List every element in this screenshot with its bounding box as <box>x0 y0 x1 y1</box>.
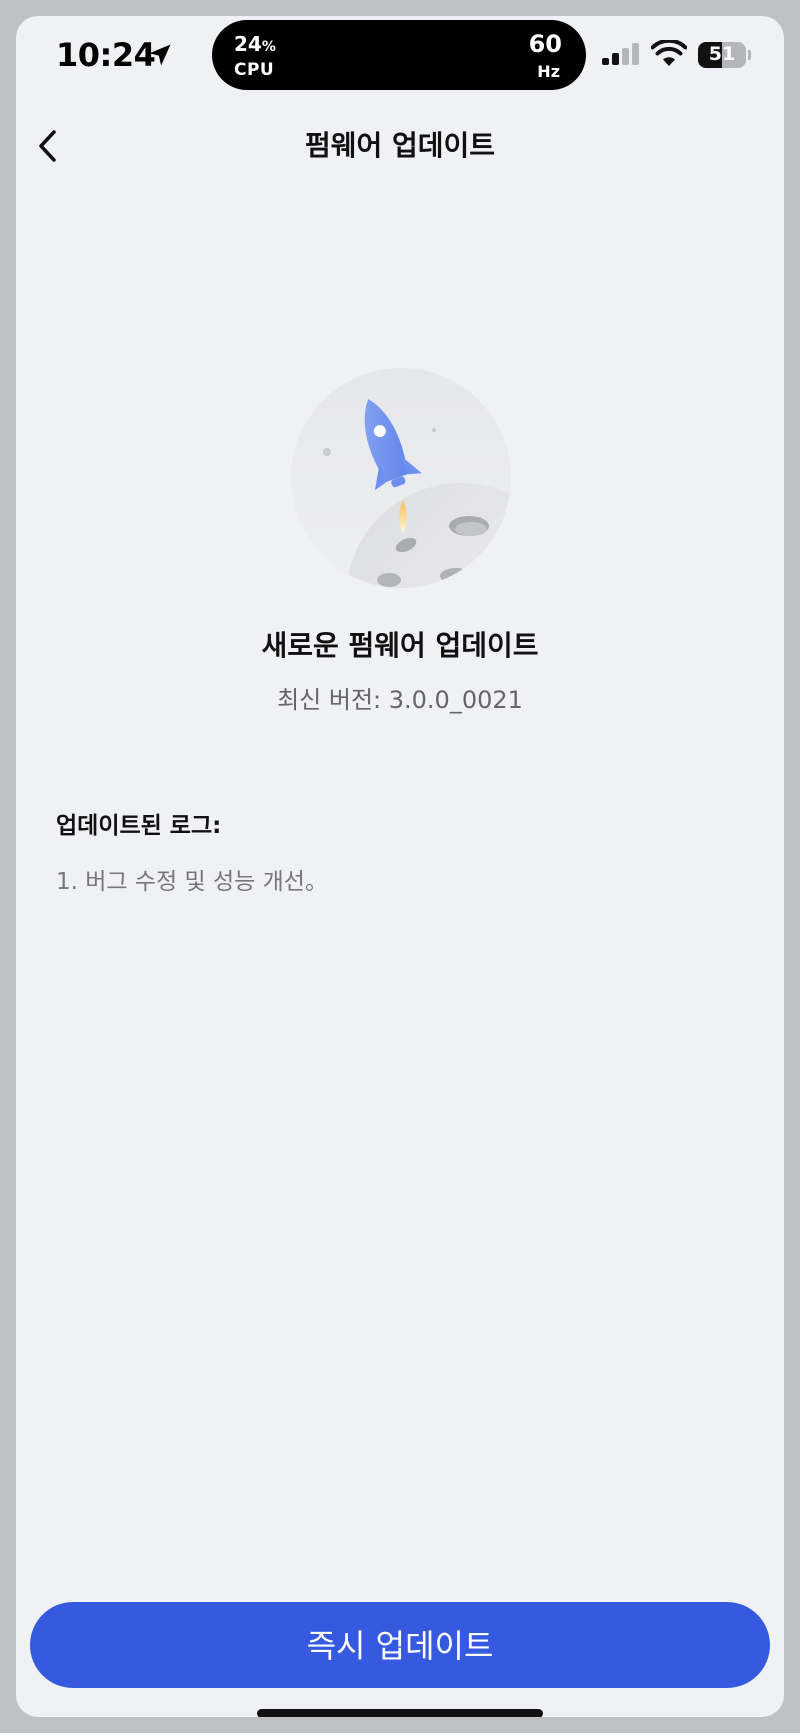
latest-version: 최신 버전: 3.0.0_0021 <box>277 686 523 714</box>
page-title: 펌웨어 업데이트 <box>304 129 496 162</box>
battery-icon: 51 <box>698 42 751 68</box>
home-indicator[interactable] <box>257 1709 543 1717</box>
update-heading: 새로운 펌웨어 업데이트 <box>261 629 539 662</box>
signal-icon <box>602 43 639 65</box>
cpu-label: CPU <box>234 60 275 80</box>
battery-level: 51 <box>708 43 736 65</box>
update-now-button[interactable]: 즉시 업데이트 <box>30 1602 770 1688</box>
status-time: 10:24 <box>56 36 156 74</box>
refresh-unit: Hz <box>537 62 560 81</box>
refresh-rate: 60 <box>528 30 562 58</box>
screen: 10:24 24% CPU 60 Hz 51 펌웨어 업데이트 새로운 펌웨어 … <box>16 16 784 1717</box>
cpu-usage: 24% <box>234 32 276 56</box>
location-arrow-icon <box>149 44 171 66</box>
changelog-title: 업데이트된 로그: <box>56 813 222 839</box>
wifi-icon <box>651 40 687 66</box>
changelog-item: 1. 버그 수정 및 성능 개선。 <box>56 869 328 895</box>
dynamic-island: 24% CPU 60 Hz <box>212 20 586 90</box>
rocket-moon-illustration <box>291 368 511 588</box>
